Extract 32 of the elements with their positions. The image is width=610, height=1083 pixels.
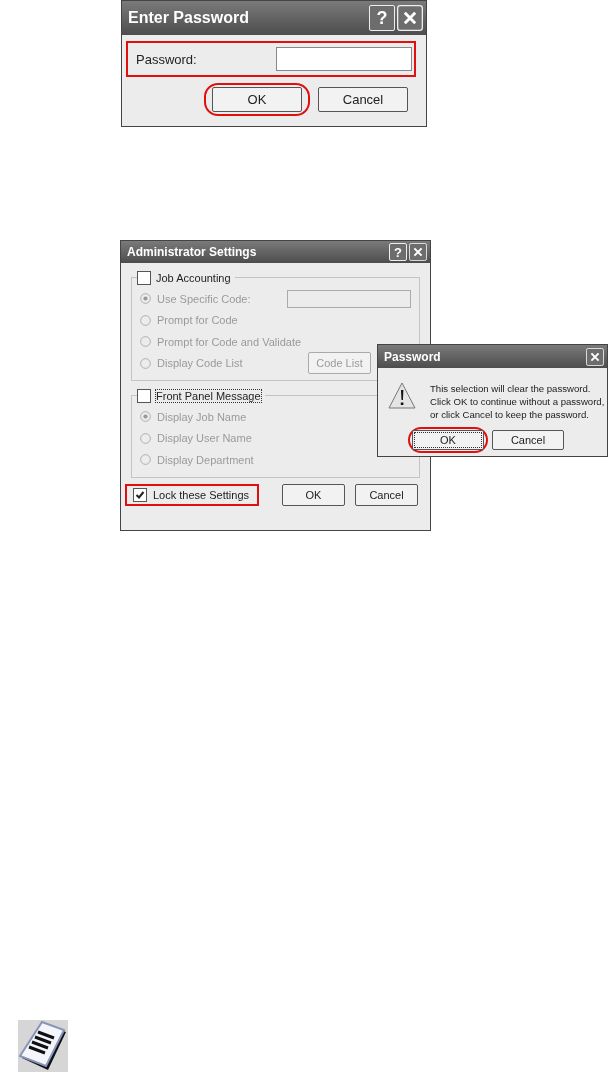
checkbox-label: Front Panel Message	[156, 390, 261, 402]
field-label: Password:	[136, 51, 197, 67]
checkbox[interactable]	[137, 389, 151, 403]
password-field[interactable]	[276, 47, 412, 71]
close-icon[interactable]	[409, 243, 427, 261]
code-field[interactable]	[287, 289, 411, 308]
help-button[interactable]: ?	[389, 243, 407, 261]
checkbox-label: Job Accounting	[156, 272, 231, 284]
radio-label: Display User Name	[157, 432, 252, 445]
message-text: This selection will clear the password. Click OK to continue without a password, or click Cancel to keep the password.	[430, 382, 605, 421]
dialog-button[interactable]: Cancel	[318, 87, 408, 112]
dialog-button[interactable]: Cancel	[355, 483, 418, 506]
checkbox-label: Lock these Settings	[153, 488, 249, 501]
warning-icon	[388, 382, 416, 410]
radio-label: Display Job Name	[157, 410, 247, 423]
radio-label: Use Specific Code:	[157, 292, 251, 305]
window-title: Enter Password	[128, 9, 250, 27]
radio-label: Prompt for Code	[157, 314, 238, 327]
dialog-button[interactable]: OK	[412, 430, 484, 450]
checkbox[interactable]	[133, 487, 147, 502]
window-title: Password	[384, 349, 442, 364]
help-button[interactable]: ?	[369, 5, 395, 31]
checkbox[interactable]	[137, 271, 151, 285]
dialog-button[interactable]: OK	[282, 483, 345, 506]
close-icon[interactable]	[397, 5, 423, 31]
window-title: Administrator Settings	[127, 245, 258, 259]
dialog-button[interactable]: Cancel	[492, 430, 564, 450]
radio-label: Prompt for Code and Validate	[157, 335, 302, 348]
dialog-button[interactable]: OK	[212, 87, 302, 112]
radio-label: Display Department	[157, 453, 254, 466]
close-icon[interactable]	[586, 347, 604, 366]
radio-label: Display Code List	[157, 357, 243, 370]
